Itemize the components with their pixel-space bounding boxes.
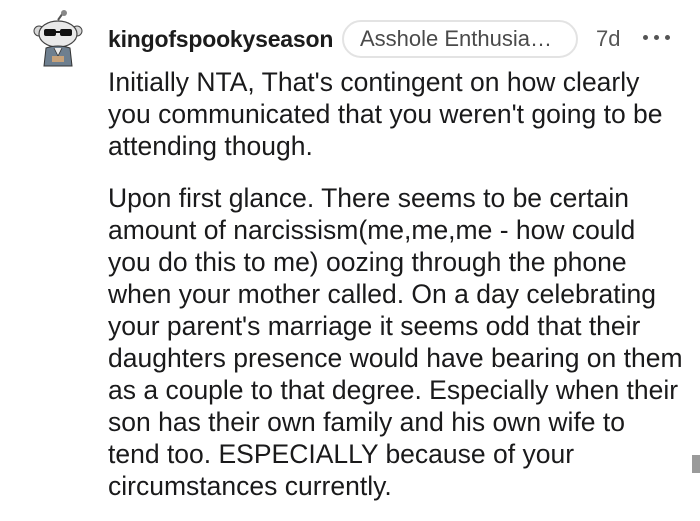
user-avatar[interactable] [30,10,86,68]
dot [643,35,648,40]
username-link[interactable]: kingofspookyseason [108,26,333,53]
comment-paragraph: Initially NTA, That's contingent on how … [108,67,663,161]
dot [654,35,659,40]
comment-paragraph: Upon first glance. There seems to be cer… [108,183,683,501]
comment-body: Initially NTA, That's contingent on how … [108,66,683,521]
user-flair-badge: Asshole Enthusia… [342,20,578,58]
dot [665,35,670,40]
timestamp[interactable]: 7d [596,26,620,52]
more-options-icon[interactable] [637,26,677,50]
comment-header: kingofspookyseason Asshole Enthusia… 7d [108,20,688,58]
comment: kingofspookyseason Asshole Enthusia… 7d … [0,0,700,521]
scrollbar-thumb[interactable] [692,455,700,473]
snoo-avatar-icon [33,10,83,67]
